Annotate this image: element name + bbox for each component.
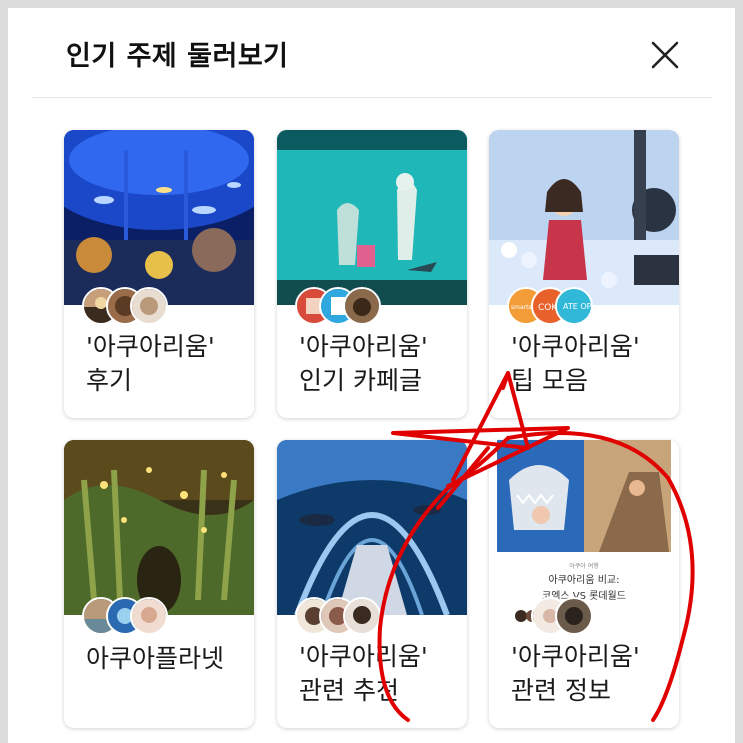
card-label-line1: '아쿠아리움' [86, 332, 215, 361]
avatar [343, 597, 381, 635]
avatar-group [295, 287, 415, 325]
topic-card-related-recommend[interactable]: '아쿠아리움' 관련 추천 [277, 440, 467, 728]
card-label: '아쿠아리움' 후기 [86, 330, 246, 398]
avatar [130, 287, 168, 325]
card-label-line1: '아쿠아리움' [511, 332, 640, 361]
svg-text:아쿠아 여행: 아쿠아 여행 [569, 562, 599, 570]
card-label: 아쿠아플라넷 [86, 642, 246, 676]
card-label-line1: 아쿠아플라넷 [86, 644, 225, 673]
avatar-group [295, 597, 415, 635]
topic-grid: '아쿠아리움' 후기 '아쿠아리움' 인기 카페글 smartstore COK… [8, 8, 735, 743]
topic-card-cafe-posts[interactable]: '아쿠아리움' 인기 카페글 [277, 130, 467, 418]
topic-card-related-info[interactable]: 아쿠아 여행 아쿠아리움 비교: 코엑스 VS 롯데월드 '아쿠아리움' 관련 … [489, 440, 679, 728]
avatar-group [82, 597, 202, 635]
avatar: ATE OP [555, 287, 593, 325]
card-label-line2: 인기 카페글 [299, 366, 422, 395]
topic-card-review[interactable]: '아쿠아리움' 후기 [64, 130, 254, 418]
avatar [555, 597, 593, 635]
card-thumbnail [64, 440, 254, 615]
card-label: '아쿠아리움' 관련 정보 [511, 640, 671, 708]
card-label: '아쿠아리움' 팁 모음 [511, 330, 671, 398]
avatar-group: smartstore COK ATE OP [507, 287, 627, 325]
avatar [343, 287, 381, 325]
card-thumbnail [489, 130, 679, 305]
svg-text:아쿠아리움 비교:: 아쿠아리움 비교: [549, 574, 620, 586]
card-thumbnail [277, 440, 467, 615]
avatar-group [507, 597, 627, 635]
card-label-line2: 관련 정보 [511, 676, 611, 705]
popular-topics-sheet: 인기 주제 둘러보기 '아쿠아리움' 후기 '아쿠아리움' 인기 카페글 sma… [8, 8, 735, 743]
topic-card-aquaplanet[interactable]: 아쿠아플라넷 [64, 440, 254, 728]
card-label-line2: 후기 [86, 366, 133, 395]
card-thumbnail: 아쿠아 여행 아쿠아리움 비교: 코엑스 VS 롯데월드 [489, 440, 679, 615]
card-label: '아쿠아리움' 관련 추천 [299, 640, 459, 708]
svg-text:ATE OP: ATE OP [563, 302, 591, 311]
card-label: '아쿠아리움' 인기 카페글 [299, 330, 459, 398]
card-thumbnail [64, 130, 254, 305]
card-label-line2: 팁 모음 [511, 366, 588, 395]
card-thumbnail [277, 130, 467, 305]
card-label-line1: '아쿠아리움' [299, 332, 428, 361]
avatar-group [82, 287, 202, 325]
card-label-line1: '아쿠아리움' [511, 642, 640, 671]
avatar [130, 597, 168, 635]
card-label-line1: '아쿠아리움' [299, 642, 428, 671]
card-label-line2: 관련 추천 [299, 676, 399, 705]
topic-card-tips[interactable]: smartstore COK ATE OP '아쿠아리움' 팁 모음 [489, 130, 679, 418]
